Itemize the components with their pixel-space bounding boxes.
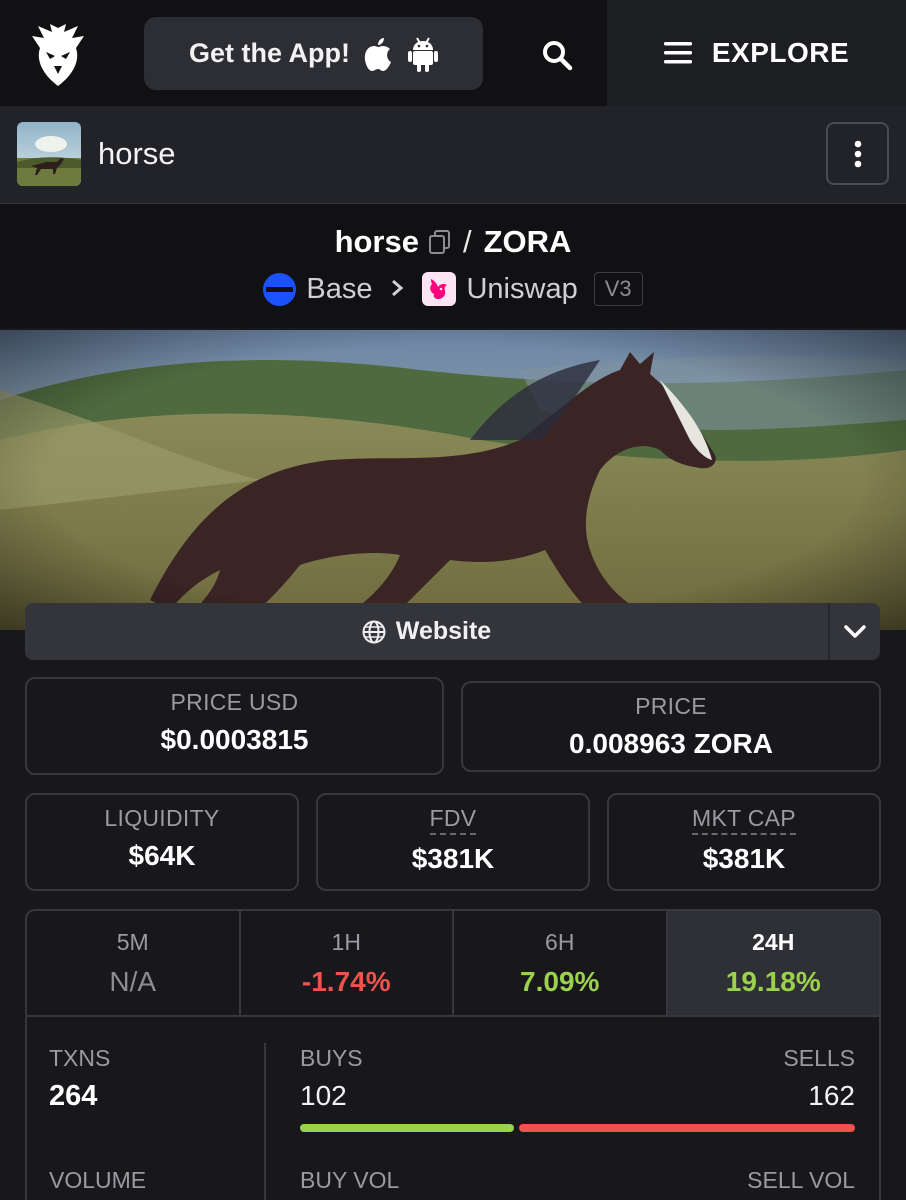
tab-5m[interactable]: 5M N/A xyxy=(27,911,241,1015)
tab-label: 1H xyxy=(331,929,361,955)
market-cap-card: MKT CAP $381K xyxy=(607,793,881,891)
sells-label: SELLS xyxy=(783,1045,855,1071)
buy-sell-ratio-bar xyxy=(300,1124,855,1132)
buy-ratio-fill xyxy=(300,1124,515,1132)
market-cap-value: $381K xyxy=(702,843,786,874)
tab-change-value: 19.18% xyxy=(725,966,821,997)
globe-icon xyxy=(362,620,386,643)
website-label: Website xyxy=(395,617,492,645)
chain-breadcrumb: Base Uniswap V3 xyxy=(0,272,906,306)
pair-base: horse xyxy=(334,224,419,259)
search-button[interactable] xyxy=(532,30,582,80)
buys-value: 102 xyxy=(300,1080,347,1111)
tab-change-value: N/A xyxy=(109,966,157,997)
divider xyxy=(264,1043,266,1200)
get-app-label: Get the App! xyxy=(189,38,350,68)
price-usd-label: PRICE USD xyxy=(170,689,299,715)
price-native-value: 0.008963 ZORA xyxy=(569,728,773,759)
token-banner-image xyxy=(0,330,906,630)
price-usd-card: PRICE USD $0.0003815 xyxy=(25,677,444,775)
pair-header: horse / ZORA Base Uniswap V3 xyxy=(0,204,906,328)
timeframe-tabs: 5M N/A 1H -1.74% 6H 7.09% 24H 19.18% xyxy=(27,911,879,1017)
txns-label: TXNS xyxy=(49,1045,111,1071)
pair-quote: ZORA xyxy=(483,224,572,259)
liquidity-label: LIQUIDITY xyxy=(104,805,220,831)
token-avatar xyxy=(17,122,81,186)
tab-label: 24H xyxy=(752,929,795,955)
tab-change-value: 7.09% xyxy=(520,966,600,997)
buy-volume-label: BUY VOL xyxy=(300,1167,400,1193)
explore-button[interactable]: EXPLORE xyxy=(607,0,906,106)
website-button[interactable]: Website xyxy=(25,603,828,660)
chevron-right-icon xyxy=(390,274,404,305)
tab-label: 6H xyxy=(545,929,575,955)
dex-version-badge: V3 xyxy=(593,272,643,306)
explore-label: EXPLORE xyxy=(711,37,850,68)
menu-icon xyxy=(663,42,692,64)
token-name: horse xyxy=(98,136,176,171)
pair-title: horse / ZORA xyxy=(0,224,906,260)
links-bar: Website xyxy=(25,603,880,660)
fdv-value: $381K xyxy=(411,843,495,874)
transactions-section: TXNS 264 BUYS SELLS 102 162 VOLUME BUY V… xyxy=(27,1019,879,1200)
market-cap-label[interactable]: MKT CAP xyxy=(692,805,796,835)
price-native-card: PRICE 0.008963 ZORA xyxy=(461,681,881,772)
volume-label: VOLUME xyxy=(49,1167,147,1193)
sells-value: 162 xyxy=(808,1080,855,1111)
more-options-button[interactable] xyxy=(826,122,889,185)
fdv-label[interactable]: FDV xyxy=(429,805,477,835)
chain-name[interactable]: Base xyxy=(306,273,372,306)
chevron-down-icon xyxy=(844,624,866,638)
android-icon xyxy=(408,36,438,72)
tab-label: 5M xyxy=(116,929,149,955)
sell-ratio-fill xyxy=(519,1124,855,1132)
top-nav: Get the App! EXPLORE xyxy=(0,0,906,106)
performance-panel: 5M N/A 1H -1.74% 6H 7.09% 24H 19.18% TXN… xyxy=(25,909,881,1200)
tab-6h[interactable]: 6H 7.09% xyxy=(454,911,668,1015)
dex-name[interactable]: Uniswap xyxy=(466,273,577,306)
copy-icon[interactable] xyxy=(428,230,451,254)
search-icon xyxy=(543,41,573,71)
dexscreener-logo-icon[interactable] xyxy=(28,22,88,88)
buys-sells-block: BUYS SELLS 102 162 xyxy=(300,1045,855,1132)
fdv-card: FDV $381K xyxy=(316,793,590,891)
pair-separator: / xyxy=(462,224,472,259)
tab-24h[interactable]: 24H 19.18% xyxy=(667,911,879,1015)
token-header: horse xyxy=(0,106,906,204)
get-app-button[interactable]: Get the App! xyxy=(144,17,483,90)
liquidity-value: $64K xyxy=(128,840,196,871)
links-dropdown-toggle[interactable] xyxy=(828,603,880,660)
tab-change-value: -1.74% xyxy=(301,966,391,997)
uniswap-icon xyxy=(422,272,457,306)
buys-label: BUYS xyxy=(300,1045,363,1071)
liquidity-card: LIQUIDITY $64K xyxy=(25,793,299,891)
txns-value: 264 xyxy=(49,1080,98,1112)
apple-icon xyxy=(364,36,394,72)
more-vertical-icon xyxy=(854,140,861,167)
price-native-label: PRICE xyxy=(635,693,707,719)
price-usd-value: $0.0003815 xyxy=(160,724,309,755)
base-chain-icon xyxy=(263,272,297,306)
tab-1h[interactable]: 1H -1.74% xyxy=(241,911,454,1015)
sell-volume-label: SELL VOL xyxy=(747,1167,855,1193)
txns-block: TXNS 264 xyxy=(49,1045,110,1113)
